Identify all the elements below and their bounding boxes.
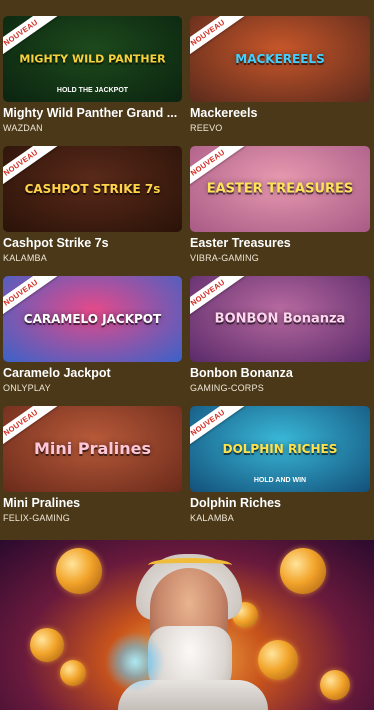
game-thumbnail[interactable]: CARAMELO JACKPOT NOUVEAU [3, 276, 182, 362]
game-thumbnail[interactable]: CASHPOT STRIKE 7s NOUVEAU [3, 146, 182, 232]
game-card[interactable]: MIGHTY WILD PANTHER HOLD THE JACKPOT NOUVE… [3, 16, 182, 146]
game-thumbnail[interactable]: MACKEREELS NOUVEAU [190, 16, 370, 102]
game-card[interactable]: DOLPHIN RICHES HOLD AND WIN NOUVEAU Dolphin… [190, 406, 370, 536]
game-provider: GAMING-CORPS [190, 383, 264, 393]
game-logo-text: MIGHTY WILD PANTHER [19, 52, 166, 66]
game-thumbnail[interactable]: MIGHTY WILD PANTHER HOLD THE JACKPOT NOUVE… [3, 16, 182, 102]
game-title[interactable]: Dolphin Riches [190, 496, 370, 511]
game-title[interactable]: Cashpot Strike 7s [3, 236, 182, 251]
game-logo-text: EASTER TREASURES [206, 181, 354, 197]
game-provider: FELIX-GAMING [3, 513, 70, 523]
game-title[interactable]: Mighty Wild Panther Grand ... [3, 106, 182, 121]
game-provider: KALAMBA [190, 513, 234, 523]
game-card[interactable]: CASHPOT STRIKE 7s NOUVEAU Cashpot Strike 7… [3, 146, 182, 276]
game-provider: KALAMBA [3, 253, 47, 263]
game-title[interactable]: Caramelo Jackpot [3, 366, 182, 381]
game-provider: VIBRA-GAMING [190, 253, 259, 263]
game-thumbnail[interactable]: DOLPHIN RICHES HOLD AND WIN NOUVEAU [190, 406, 370, 492]
game-title[interactable]: Mackereels [190, 106, 370, 121]
game-logo-subtext: HOLD AND WIN [253, 477, 307, 484]
game-card[interactable]: EASTER TREASURES NOUVEAU Easter Treasures V… [190, 146, 370, 276]
game-logo-text: CARAMELO JACKPOT [23, 312, 162, 326]
gold-coin-icon [60, 660, 86, 686]
gold-coin-icon [320, 670, 350, 700]
game-logo-text: BONBON Bonanza [214, 311, 346, 327]
game-provider: REEVO [190, 123, 223, 133]
game-card[interactable]: MACKEREELS NOUVEAU Mackereels REEVO [190, 16, 370, 146]
game-card[interactable]: CARAMELO JACKPOT NOUVEAU Caramelo Jackpot O… [3, 276, 182, 406]
gold-coin-icon [30, 628, 64, 662]
gold-coin-icon [258, 640, 298, 680]
game-provider: ONLYPLAY [3, 383, 51, 393]
game-logo-text: MACKEREELS [235, 52, 325, 66]
lightning-icon [104, 632, 166, 692]
game-provider: WAZDAN [3, 123, 43, 133]
game-title[interactable]: Easter Treasures [190, 236, 370, 251]
game-logo-text: DOLPHIN RICHES [222, 442, 338, 456]
game-title[interactable]: Mini Pralines [3, 496, 182, 511]
game-logo-subtext: HOLD THE JACKPOT [56, 87, 129, 94]
game-thumbnail[interactable]: EASTER TREASURES NOUVEAU [190, 146, 370, 232]
game-logo-text: CASHPOT STRIKE 7s [24, 182, 161, 196]
gold-coin-icon [56, 548, 102, 594]
game-thumbnail[interactable]: Mini Pralines NOUVEAU [3, 406, 182, 492]
game-card[interactable]: Mini Pralines NOUVEAU Mini Pralines FELIX-G… [3, 406, 182, 536]
gold-coin-icon [280, 548, 326, 594]
game-thumbnail[interactable]: BONBON Bonanza NOUVEAU [190, 276, 370, 362]
game-logo-text: Mini Pralines [34, 439, 151, 458]
game-card[interactable]: BONBON Bonanza NOUVEAU Bonbon Bonanza GAMIN… [190, 276, 370, 406]
game-grid: MIGHTY WILD PANTHER HOLD THE JACKPOT NOUVE… [0, 0, 374, 536]
game-title[interactable]: Bonbon Bonanza [190, 366, 370, 381]
promo-banner-zeus[interactable] [0, 540, 374, 710]
